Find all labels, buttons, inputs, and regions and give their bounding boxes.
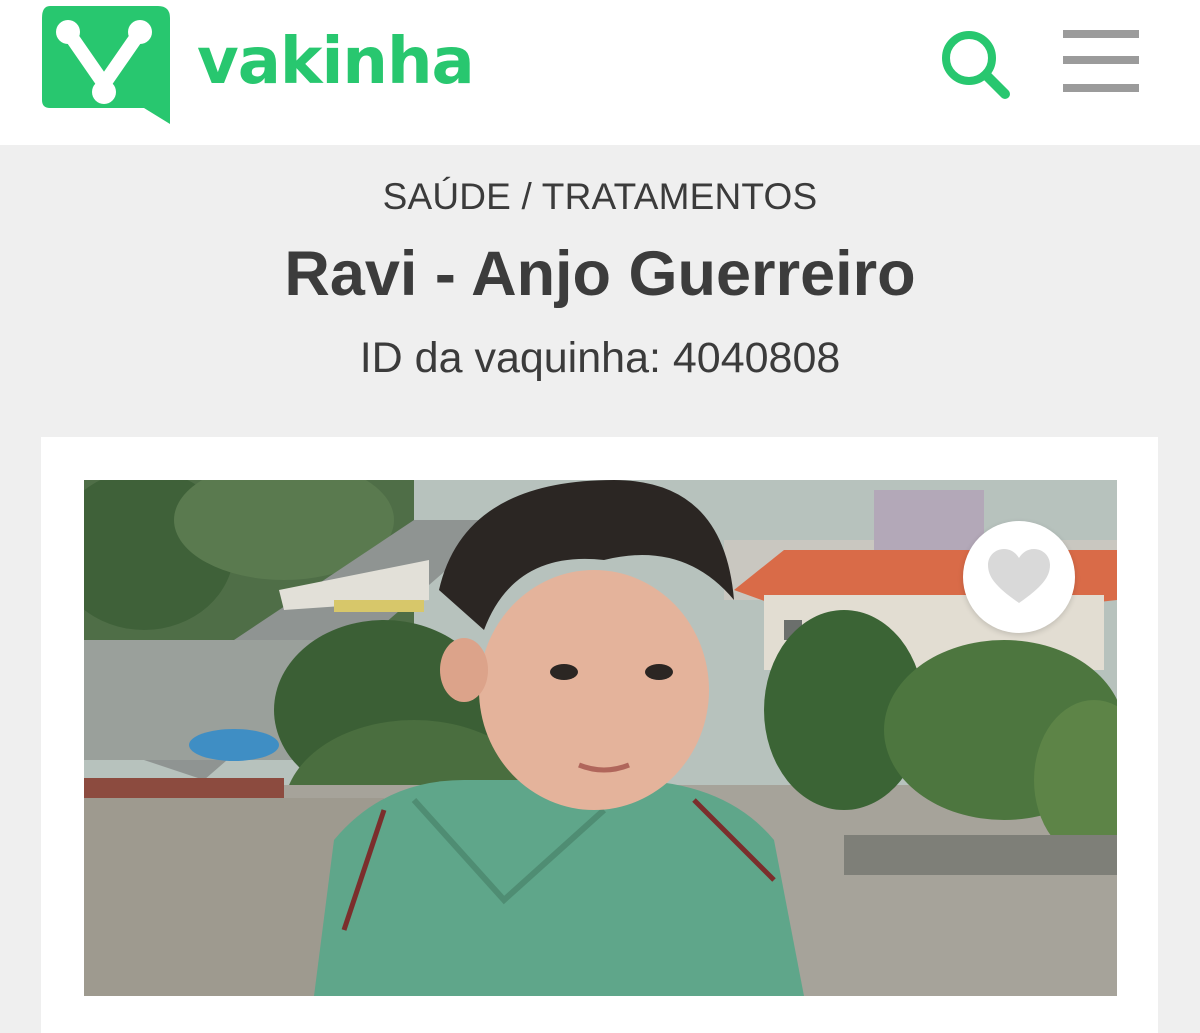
site-header: vakinha — [0, 0, 1200, 145]
hamburger-menu-icon — [1063, 30, 1139, 38]
vakinha-logo[interactable]: vakinha — [40, 4, 500, 128]
search-icon — [942, 31, 1010, 99]
campaign-title: Ravi - Anjo Guerreiro — [284, 239, 916, 309]
vakinha-v-logo-icon — [42, 6, 170, 124]
heart-icon — [988, 549, 1050, 603]
campaign-category[interactable]: SAÚDE / TRATAMENTOS — [0, 176, 1200, 218]
favorite-button[interactable] — [963, 521, 1075, 633]
campaign-photo — [84, 480, 1117, 996]
search-button[interactable] — [937, 26, 1017, 106]
logo-text: vakinha — [197, 25, 475, 99]
campaign-id: ID da vaquinha: 4040808 — [359, 334, 841, 382]
menu-button[interactable] — [1058, 28, 1144, 98]
